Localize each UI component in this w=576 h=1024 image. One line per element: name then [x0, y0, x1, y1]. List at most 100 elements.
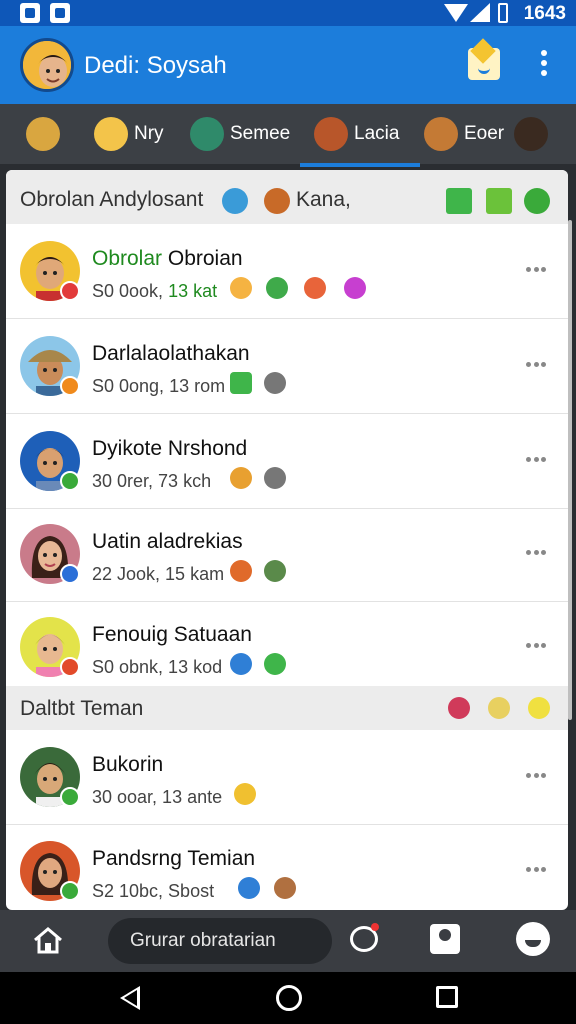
section-header: Daltbt Teman	[6, 686, 568, 730]
story-avatar	[94, 117, 128, 151]
contact-name: Bukorin	[92, 753, 164, 776]
section-title: Obrolan Andylosant	[20, 188, 204, 211]
chat-row[interactable]: Obrolar Obroian S0 0ook, 13 kat	[6, 225, 568, 319]
emoji-icon	[274, 877, 296, 899]
emoji-icon	[230, 560, 252, 582]
check-icon[interactable]	[524, 188, 550, 214]
section-extra: Kana,	[296, 188, 351, 211]
star-icon	[488, 697, 510, 719]
emoji-icon	[230, 277, 252, 299]
home-icon[interactable]	[32, 926, 64, 954]
section-title: Daltbt Teman	[20, 697, 144, 720]
emoji-icon	[344, 277, 366, 299]
chat-row[interactable]: Darlalaolathakan S0 0ong, 13 rom	[6, 320, 568, 414]
contact-name: Fenouig Satuaan	[92, 623, 252, 646]
chat-row[interactable]: Pandsrng Temian S2 10bc, Sbost	[6, 825, 568, 910]
contact-name: Uatin aladrekias	[92, 530, 243, 553]
last-message: 30 0rer, 73 kch	[92, 471, 212, 491]
status-bar: 1643	[0, 0, 576, 26]
emoji-icon	[304, 277, 326, 299]
compose-icon[interactable]	[468, 48, 500, 80]
contact-name: Darlalaolathakan	[92, 342, 250, 365]
emoji-icon	[230, 653, 252, 675]
chat-row[interactable]: Bukorin 30 ooar, 13 ante	[6, 731, 568, 825]
story-label: Semee	[230, 123, 291, 144]
clock: 1643	[523, 3, 566, 24]
last-message: 30 ooar, 13 ante	[92, 787, 223, 807]
story-avatar	[514, 117, 548, 151]
story-item[interactable]: Semee	[190, 114, 290, 154]
story-avatar	[190, 117, 224, 151]
story-item[interactable]: Lacia	[314, 114, 399, 154]
emoji-icon	[230, 372, 252, 394]
status-badge	[60, 787, 80, 807]
row-more-icon[interactable]	[526, 457, 546, 463]
row-more-icon[interactable]	[526, 773, 546, 779]
profile-avatar[interactable]	[20, 38, 74, 92]
row-more-icon[interactable]	[526, 643, 546, 649]
ghost-icon	[528, 697, 550, 719]
story-avatar	[26, 117, 60, 151]
system-nav	[0, 972, 576, 1024]
emoji-icon	[230, 467, 252, 489]
row-more-icon[interactable]	[526, 867, 546, 873]
emoji-icon	[264, 560, 286, 582]
story-item[interactable]	[514, 114, 554, 154]
chat-row[interactable]: Uatin aladrekias 22 Jook, 15 kam	[6, 508, 568, 602]
wifi-icon	[444, 4, 468, 22]
status-badge	[60, 881, 80, 901]
story-avatar	[424, 117, 458, 151]
story-item[interactable]: Eoer	[424, 114, 504, 154]
contact-name: Obrolar Obroian	[92, 247, 243, 270]
story-item[interactable]	[26, 114, 66, 154]
globe-icon	[222, 188, 248, 214]
chat-row[interactable]: Dyikote Nrshond 30 0rer, 73 kch	[6, 415, 568, 509]
emoji-icon	[234, 783, 256, 805]
status-badge	[60, 564, 80, 584]
home-button-icon[interactable]	[276, 985, 302, 1011]
bottom-nav: Grurar obratarian	[0, 910, 576, 972]
last-message: 22 Jook, 15 kam	[92, 564, 225, 584]
emoji-icon	[264, 467, 286, 489]
story-label: Lacia	[354, 123, 400, 144]
story-avatar	[314, 117, 348, 151]
emoji-icon	[264, 653, 286, 675]
contacts-icon[interactable]	[430, 924, 460, 954]
app-bar: Dedi: Soysah	[0, 26, 576, 104]
status-badge	[60, 376, 80, 396]
contact-name: Dyikote Nrshond	[92, 437, 248, 460]
emoji-icon	[238, 877, 260, 899]
row-more-icon[interactable]	[526, 267, 546, 273]
ball-icon	[448, 697, 470, 719]
recents-icon[interactable]	[436, 986, 458, 1008]
status-badge	[60, 281, 80, 301]
last-message: S0 0ong, 13 rom	[92, 376, 226, 396]
back-icon[interactable]	[120, 986, 140, 1010]
notification-icon	[50, 3, 70, 23]
row-more-icon[interactable]	[526, 550, 546, 556]
story-label: Nry	[134, 123, 164, 144]
search-input[interactable]: Grurar obratarian	[108, 918, 332, 964]
scrollbar[interactable]	[568, 220, 572, 720]
story-label: Eoer	[464, 123, 505, 144]
story-item[interactable]: Nry	[94, 114, 164, 154]
signal-icon	[470, 3, 490, 22]
map-icon[interactable]	[446, 188, 472, 214]
emoji-icon	[264, 372, 286, 394]
emoji-icon	[266, 277, 288, 299]
more-options-icon[interactable]	[538, 50, 550, 80]
battery-icon	[498, 3, 508, 23]
status-badge	[60, 471, 80, 491]
section-header: Obrolan Andylosant Kana,	[6, 170, 568, 224]
avatar-face-icon	[23, 41, 71, 89]
emoji-icon[interactable]	[516, 922, 550, 956]
last-message: S0 obnk, 13 kod	[92, 657, 223, 677]
chat-list-card: Obrolan Andylosant Kana, Obrolar Obroian…	[6, 170, 568, 910]
active-story-indicator	[300, 163, 420, 167]
stories-strip: Nry Semee Lacia Eoer	[0, 104, 576, 167]
ticket-icon[interactable]	[486, 188, 512, 214]
chat-icon[interactable]	[350, 923, 379, 952]
page-title: Dedi: Soysah	[84, 52, 227, 79]
chat-row[interactable]: Fenouig Satuaan S0 obnk, 13 kod	[6, 601, 568, 695]
row-more-icon[interactable]	[526, 362, 546, 368]
